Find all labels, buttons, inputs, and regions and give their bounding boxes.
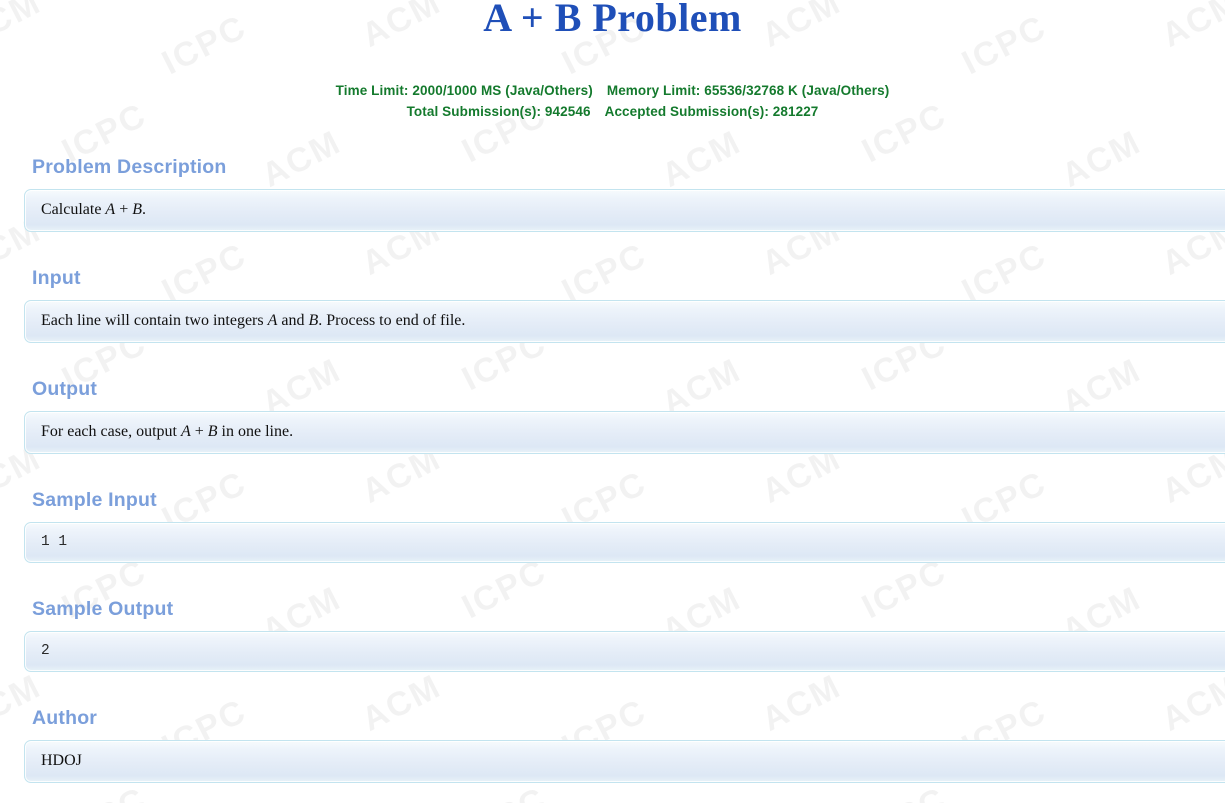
- panel-sample-output: 2: [24, 631, 1225, 672]
- section-heading-sample-output: Sample Output: [32, 598, 174, 620]
- text-fragment: For each case, output: [41, 423, 181, 440]
- math-var-b: B: [308, 312, 319, 329]
- sample-output-body: 2: [41, 643, 50, 659]
- output-body: For each case, output A + B in one line.: [41, 421, 1225, 443]
- text-fragment: . Process to end of file.: [318, 312, 466, 329]
- section-output: Output For each case, output A + B in on…: [24, 377, 1225, 454]
- section-sample-output: Sample Output 2: [24, 597, 1225, 672]
- input-body: Each line will contain two integers A an…: [41, 310, 1225, 332]
- text-fragment: +: [115, 201, 133, 218]
- math-var-a: A: [180, 423, 191, 440]
- time-limit-text: Time Limit: 2000/1000 MS (Java/Others): [335, 83, 593, 98]
- problem-sections: Problem Description Calculate A + B. Inp…: [0, 155, 1225, 783]
- math-var-b: B: [207, 423, 218, 440]
- section-author: Author HDOJ: [24, 706, 1225, 783]
- problem-description-body: Calculate A + B.: [41, 199, 1225, 221]
- text-fragment: Each line will contain two integers: [41, 312, 268, 329]
- section-heading-output: Output: [32, 378, 98, 400]
- section-input: Input Each line will contain two integer…: [24, 266, 1225, 343]
- text-fragment: and: [277, 312, 309, 329]
- memory-limit-text: Memory Limit: 65536/32768 K (Java/Others…: [606, 83, 890, 98]
- math-var-a: A: [267, 312, 278, 329]
- problem-page: A + B Problem Time Limit: 2000/1000 MS (…: [0, 0, 1225, 803]
- panel-author: HDOJ: [24, 740, 1225, 783]
- accepted-submissions-text: Accepted Submission(s): 281227: [604, 104, 819, 119]
- section-heading-problem-description: Problem Description: [32, 156, 227, 178]
- section-heading-input: Input: [32, 267, 81, 289]
- panel-input: Each line will contain two integers A an…: [24, 300, 1225, 343]
- panel-problem-description: Calculate A + B.: [24, 189, 1225, 232]
- sample-input-body: 1 1: [41, 534, 68, 550]
- text-fragment: Calculate: [41, 201, 106, 218]
- section-sample-input: Sample Input 1 1: [24, 488, 1225, 563]
- problem-limits: Time Limit: 2000/1000 MS (Java/Others) Me…: [0, 80, 1225, 122]
- text-fragment: +: [190, 423, 208, 440]
- total-submissions-text: Total Submission(s): 942546: [406, 104, 591, 119]
- limits-row-1: Time Limit: 2000/1000 MS (Java/Others) Me…: [0, 80, 1225, 101]
- section-heading-sample-input: Sample Input: [32, 489, 157, 511]
- math-var-b: B: [132, 201, 143, 218]
- problem-header: A + B Problem Time Limit: 2000/1000 MS (…: [0, 0, 1225, 122]
- panel-sample-input: 1 1: [24, 522, 1225, 563]
- author-body: HDOJ: [41, 752, 82, 769]
- section-problem-description: Problem Description Calculate A + B.: [24, 155, 1225, 232]
- section-heading-author: Author: [32, 707, 98, 729]
- text-fragment: in one line.: [217, 423, 294, 440]
- math-var-a: A: [105, 201, 116, 218]
- text-fragment: .: [142, 201, 147, 218]
- limits-row-2: Total Submission(s): 942546 Accepted Subm…: [0, 101, 1225, 122]
- panel-output: For each case, output A + B in one line.: [24, 411, 1225, 454]
- page-title: A + B Problem: [483, 0, 742, 40]
